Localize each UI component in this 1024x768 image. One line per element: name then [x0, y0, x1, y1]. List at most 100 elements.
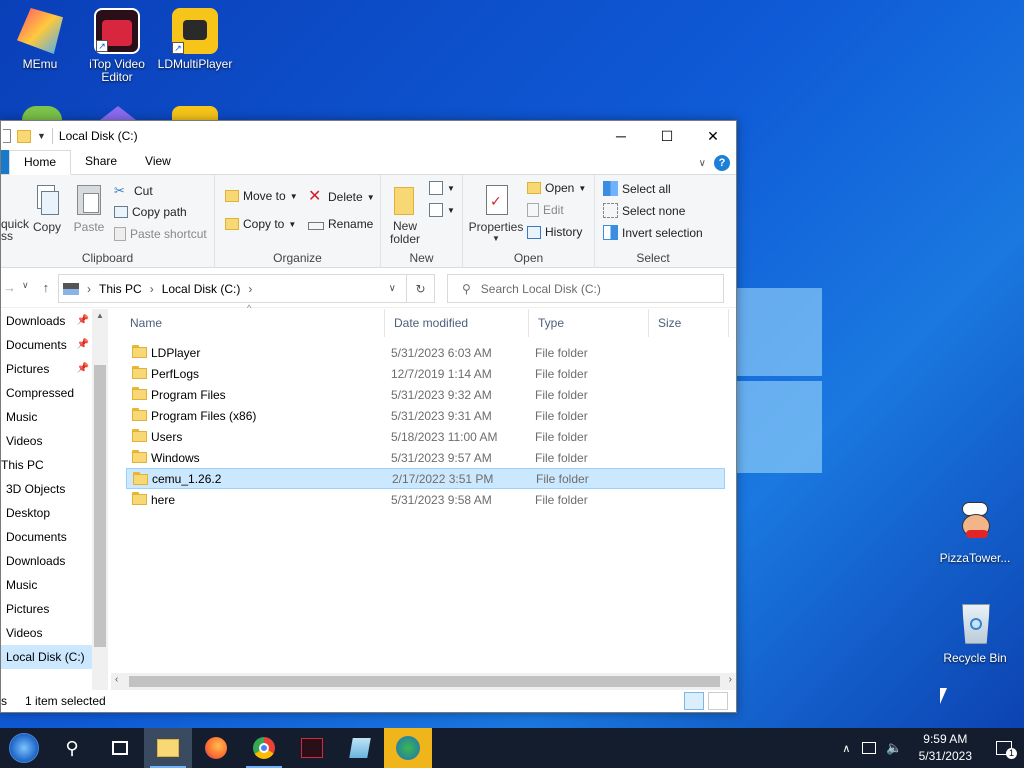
taskbar-chrome[interactable] — [240, 728, 288, 768]
download-manager-icon — [396, 736, 420, 760]
taskbar-notepad[interactable] — [336, 728, 384, 768]
desktop-icon-ldmultiplayer[interactable]: ↗ LDMultiPlayer — [155, 8, 235, 71]
refresh-button[interactable]: ↻ — [407, 274, 435, 303]
paste-button[interactable]: Paste — [73, 183, 105, 234]
table-row[interactable]: Users 5/18/2023 11:00 AM File folder — [126, 426, 725, 447]
scroll-up-icon[interactable]: ▲ — [96, 311, 104, 320]
delete-label: Delete — [328, 190, 363, 204]
breadcrumb-this-pc[interactable]: This PC — [99, 282, 142, 296]
cut-button[interactable]: ✂ Cut — [114, 183, 153, 199]
address-bar[interactable]: › This PC › Local Disk (C:) › ∨ — [58, 274, 407, 303]
new-item-button[interactable]: ▼ — [429, 181, 455, 195]
table-row-selected[interactable]: cemu_1.26.2 2/17/2022 3:51 PM File folde… — [126, 468, 725, 489]
start-button[interactable] — [0, 728, 48, 768]
customize-chevron-icon[interactable]: ▼ — [37, 131, 46, 141]
file-date: 5/31/2023 9:31 AM — [391, 408, 492, 423]
copy-to-icon — [225, 218, 239, 230]
taskbar-firefox[interactable] — [192, 728, 240, 768]
rename-button[interactable]: Rename — [308, 217, 373, 231]
clock[interactable]: 9:59 AM 5/31/2023 — [907, 731, 984, 765]
copy-to-button[interactable]: Copy to ▼ — [225, 217, 296, 231]
breadcrumb-local-disk[interactable]: Local Disk (C:) — [162, 282, 241, 296]
title-bar[interactable]: ▼ Local Disk (C:) ─ ☐ ✕ — [1, 121, 736, 151]
forward-arrow-icon[interactable]: → — [3, 280, 16, 295]
notifications-button[interactable]: 1 — [984, 728, 1024, 768]
tab-file[interactable] — [1, 150, 9, 174]
select-group-label: Select — [636, 251, 670, 265]
search-taskbar-button[interactable]: ⚲ — [48, 728, 96, 768]
file-name: PerfLogs — [151, 366, 200, 381]
open-button[interactable]: Open ▼ — [527, 181, 586, 195]
file-type: File folder — [535, 450, 588, 465]
select-all-button[interactable]: Select all — [603, 181, 671, 196]
task-view-button[interactable] — [96, 728, 144, 768]
scroll-right-icon[interactable]: › — [729, 674, 732, 685]
select-none-button[interactable]: Select none — [603, 203, 685, 218]
up-arrow-icon[interactable]: ↑ — [43, 280, 50, 295]
tray-overflow-chevron-icon[interactable]: ∧ — [842, 742, 850, 755]
table-row[interactable]: Program Files 5/31/2023 9:32 AM File fol… — [126, 384, 725, 405]
horizontal-scrollbar[interactable]: ‹ › — [111, 673, 736, 690]
scroll-left-icon[interactable]: ‹ — [115, 674, 118, 685]
nav-scrollbar-thumb[interactable] — [94, 365, 106, 647]
nav-item-label: Downloads — [6, 314, 66, 328]
copy-button[interactable]: Copy — [31, 183, 63, 234]
table-row[interactable]: LDPlayer 5/31/2023 6:03 AM File folder — [126, 342, 725, 363]
organize-group: Move to ▼ Copy to ▼ ✕ Delete ▼ Rename Or… — [215, 175, 381, 268]
pin-quick-access-button[interactable]: quick ss — [1, 183, 29, 243]
address-dropdown-chevron-icon[interactable]: ∨ — [389, 283, 396, 294]
properties-button[interactable]: ✓ Properties ▼ — [467, 183, 525, 243]
desktop-icon-label: iTop Video Editor — [89, 57, 145, 84]
column-header-type[interactable]: Type — [529, 309, 649, 337]
search-input[interactable]: ⚲ Search Local Disk (C:) — [447, 274, 724, 303]
tab-home[interactable]: Home — [9, 150, 72, 175]
minimize-button[interactable]: ─ — [598, 121, 644, 151]
taskbar-downloader[interactable] — [384, 728, 432, 768]
invert-selection-icon — [603, 225, 618, 240]
table-row[interactable]: Program Files (x86) 5/31/2023 9:31 AM Fi… — [126, 405, 725, 426]
table-row[interactable]: here 5/31/2023 9:58 AM File folder — [126, 489, 725, 510]
desktop-icon-itop-video-editor[interactable]: ↗ iTop Video Editor — [77, 8, 157, 84]
column-header-date-modified[interactable]: Date modified — [385, 309, 529, 337]
edit-button[interactable]: Edit — [527, 203, 564, 217]
column-header-size[interactable]: Size — [649, 309, 729, 337]
taskbar-file-explorer[interactable] — [144, 728, 192, 768]
tab-view[interactable]: View — [131, 150, 185, 174]
close-button[interactable]: ✕ — [690, 121, 736, 151]
column-header-name[interactable]: Name — [121, 309, 385, 337]
file-date: 5/31/2023 9:32 AM — [391, 387, 492, 402]
history-button[interactable]: History — [527, 225, 582, 239]
network-icon[interactable] — [862, 742, 877, 754]
dropdown-arrow-icon: ▼ — [447, 183, 455, 193]
copy-path-button[interactable]: Copy path — [114, 205, 187, 219]
move-to-icon — [225, 190, 239, 202]
properties-quick-icon[interactable] — [3, 129, 11, 143]
desktop-icon-memu[interactable]: MEmu — [0, 8, 80, 71]
help-icon[interactable]: ? — [714, 155, 730, 171]
details-view-button[interactable] — [684, 692, 704, 710]
new-folder-button[interactable]: New folder — [387, 183, 423, 246]
large-icons-view-button[interactable] — [708, 692, 728, 710]
table-row[interactable]: Windows 5/31/2023 9:57 AM File folder — [126, 447, 725, 468]
desktop-icon-recycle-bin[interactable]: Recycle Bin — [935, 602, 1015, 665]
ribbon-expand-chevron-icon[interactable]: ∨ — [699, 158, 706, 169]
taskbar-itop-video-editor[interactable] — [288, 728, 336, 768]
move-to-button[interactable]: Move to ▼ — [225, 189, 298, 203]
new-folder-quick-icon[interactable] — [17, 129, 31, 143]
paste-shortcut-button[interactable]: Paste shortcut — [114, 227, 207, 241]
copy-path-label: Copy path — [132, 205, 187, 219]
file-name: here — [151, 492, 176, 507]
desktop-icon-label: Recycle Bin — [943, 651, 1007, 665]
desktop-icon-pizzatower[interactable]: PizzaTower... — [935, 502, 1015, 565]
tab-share[interactable]: Share — [71, 150, 131, 174]
horizontal-scrollbar-thumb[interactable] — [129, 676, 720, 687]
volume-muted-icon[interactable]: 🔈 — [886, 740, 902, 756]
table-row[interactable]: PerfLogs 12/7/2019 1:14 AM File folder — [126, 363, 725, 384]
nav-scrollbar[interactable]: ▲ — [92, 309, 108, 690]
maximize-button[interactable]: ☐ — [644, 121, 690, 151]
scissors-icon: ✂ — [114, 183, 125, 198]
recent-locations-chevron-icon[interactable]: ∨ — [22, 280, 29, 295]
delete-button[interactable]: ✕ Delete ▼ — [308, 189, 375, 205]
easy-access-button[interactable]: ▼ — [429, 203, 455, 217]
invert-selection-button[interactable]: Invert selection — [603, 225, 703, 240]
